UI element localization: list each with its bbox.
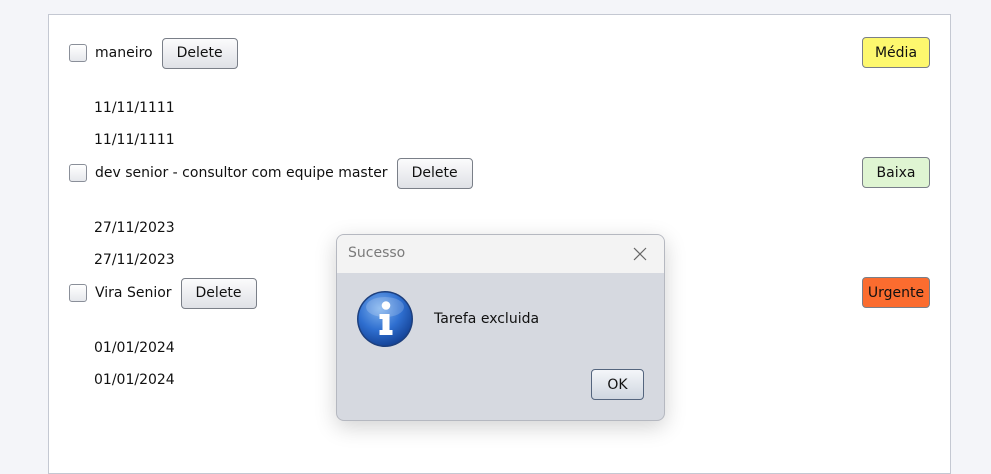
- dialog-message: Tarefa excluida: [434, 311, 540, 327]
- priority-button[interactable]: Baixa: [862, 157, 930, 188]
- task-title: maneiro: [95, 45, 153, 61]
- dialog-titlebar[interactable]: Sucesso: [337, 235, 664, 273]
- task-item: maneiro Delete Média 11/11/1111 11/11/11…: [49, 37, 950, 157]
- priority-button[interactable]: Média: [862, 37, 930, 68]
- task-title: dev senior - consultor com equipe master: [95, 165, 388, 181]
- task-start-date: 27/11/2023: [94, 220, 175, 236]
- task-end-date: 01/01/2024: [94, 372, 175, 388]
- dialog-title: Sucesso: [348, 245, 406, 261]
- delete-button[interactable]: Delete: [396, 157, 473, 189]
- priority-button[interactable]: Urgente: [862, 277, 930, 308]
- task-start-date: 01/01/2024: [94, 340, 175, 356]
- ok-button[interactable]: OK: [591, 369, 644, 400]
- task-header: maneiro Delete: [69, 37, 238, 69]
- success-dialog: Sucesso Tarefa excluida OK: [336, 234, 665, 421]
- task-checkbox[interactable]: [69, 164, 87, 182]
- task-title: Vira Senior: [95, 285, 172, 301]
- task-end-date: 27/11/2023: [94, 252, 175, 268]
- task-checkbox[interactable]: [69, 284, 87, 302]
- task-end-date: 11/11/1111: [94, 132, 175, 148]
- info-icon: [356, 290, 414, 348]
- close-icon[interactable]: [626, 240, 654, 268]
- delete-button[interactable]: Delete: [180, 277, 257, 309]
- task-start-date: 11/11/1111: [94, 100, 175, 116]
- task-checkbox[interactable]: [69, 44, 87, 62]
- delete-button[interactable]: Delete: [161, 37, 238, 69]
- task-header: dev senior - consultor com equipe master…: [69, 157, 473, 189]
- task-header: Vira Senior Delete: [69, 277, 257, 309]
